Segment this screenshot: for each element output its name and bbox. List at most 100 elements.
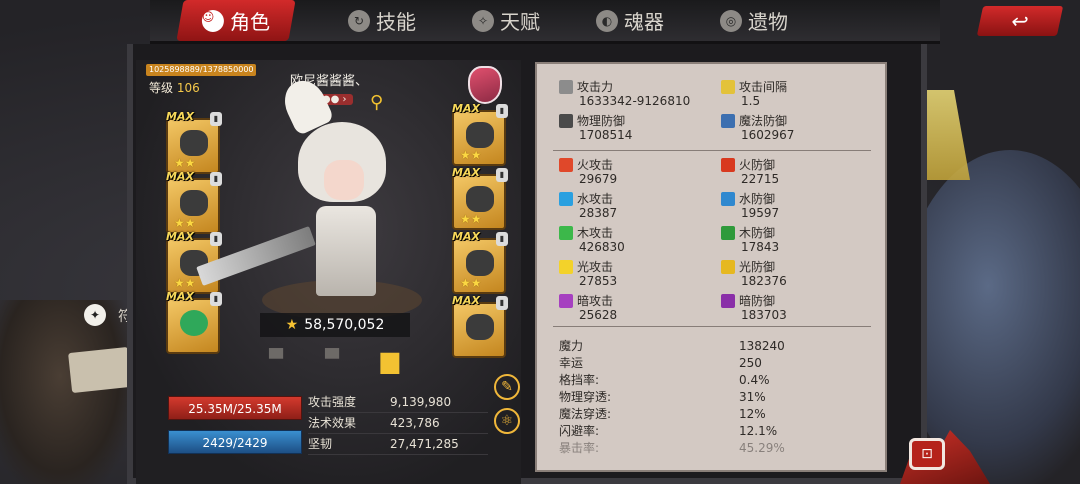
helmet-icon xyxy=(180,130,208,156)
combat-power: ★ 58,570,052 xyxy=(260,313,410,337)
stat-light-atk: 光攻击 27853 xyxy=(559,260,719,288)
stat-label: 法术效果 xyxy=(308,416,357,430)
stat-value: 426830 xyxy=(579,240,625,254)
equipment-slot[interactable]: MAX ▮ ★★ xyxy=(166,110,222,174)
stat-label: 暗防御 xyxy=(739,294,776,308)
stat-value: 19597 xyxy=(741,206,780,220)
max-badge: MAX xyxy=(166,110,194,123)
orbit-icon[interactable]: ⚛ xyxy=(494,408,520,434)
outfit-tab-3[interactable]: ▆ xyxy=(376,348,404,372)
stat-value: 29679 xyxy=(579,172,618,186)
stat-wood-def: 木防御 17843 xyxy=(721,226,881,254)
equipment-slot[interactable]: MAX ▮ ★★ xyxy=(166,170,222,234)
fire-shield-icon xyxy=(721,158,735,172)
stat-value: 0.4% xyxy=(739,373,770,387)
stat-label: 攻击强度 xyxy=(308,395,357,409)
stat-value: 182376 xyxy=(741,274,787,288)
stat-value: 17843 xyxy=(741,240,780,254)
armor-icon: ▆ xyxy=(380,346,400,374)
stat-fire-atk: 火攻击 29679 xyxy=(559,158,719,186)
book-decoration xyxy=(68,346,132,394)
level-display: 等级 106 xyxy=(149,79,200,96)
star-rating: ★★ xyxy=(460,148,482,162)
stat-water-atk: 水攻击 28387 xyxy=(559,192,719,220)
hero-portrait[interactable] xyxy=(277,73,400,300)
equipment-slot[interactable]: MAX ▮ ★★ xyxy=(452,166,508,230)
lock-icon: ▮ xyxy=(210,172,222,186)
equipment-slot[interactable]: MAX ▮ xyxy=(452,294,508,358)
relic-icon: ◎ xyxy=(720,9,742,32)
ring-icon xyxy=(180,310,208,336)
stat-label: 魔法防御 xyxy=(739,114,788,128)
stat-label: 木防御 xyxy=(739,226,776,240)
tab-label: 魂器 xyxy=(624,10,664,34)
amulet-icon xyxy=(466,314,494,340)
stat-label: 魔力 xyxy=(559,339,584,353)
max-badge: MAX xyxy=(452,230,480,243)
stat-label: 闪避率: xyxy=(559,424,600,438)
level-value: 106 xyxy=(176,81,200,95)
max-badge: MAX xyxy=(166,290,194,303)
outfit-tab-2[interactable]: ▀ xyxy=(318,348,346,372)
talent-icon: ✧ xyxy=(472,9,494,32)
max-badge: MAX xyxy=(166,230,194,243)
equipment-slot[interactable]: MAX ▮ ★★ xyxy=(452,230,508,294)
stat-value: 22715 xyxy=(741,172,780,186)
lock-icon: ▮ xyxy=(210,232,222,246)
leaf-icon xyxy=(559,226,573,240)
divider xyxy=(553,326,871,327)
skill-swirl-icon: ↻ xyxy=(348,9,370,32)
equipment-slot[interactable]: MAX ▮ xyxy=(166,290,222,354)
light-shield-icon xyxy=(721,260,735,274)
stat-label: 暴击率: xyxy=(559,441,600,455)
stat-label: 光防御 xyxy=(739,260,776,274)
stat-value: 12.1% xyxy=(739,424,778,438)
lock-icon: ▮ xyxy=(496,232,508,246)
dark-shield-icon xyxy=(721,294,735,308)
gauntlet-icon xyxy=(180,190,208,216)
back-button[interactable]: ↩ xyxy=(976,6,1064,36)
shield-icon xyxy=(559,114,573,128)
stat-value: 28387 xyxy=(579,206,618,220)
stat-label: 木攻击 xyxy=(577,226,614,240)
soul-icon: ◐ xyxy=(596,9,618,32)
max-badge: MAX xyxy=(166,170,194,183)
star-rating: ★★ xyxy=(174,156,196,170)
stat-value: 1633342-9126810 xyxy=(579,94,691,108)
tab-relic[interactable]: ◎ 遗物 xyxy=(720,6,788,35)
tab-soul[interactable]: ◐ 魂器 xyxy=(596,6,664,35)
leaf-shield-icon xyxy=(721,226,735,240)
chest-icon xyxy=(466,186,494,212)
max-badge: MAX xyxy=(452,166,480,179)
stat-label: 魔法穿透: xyxy=(559,407,612,421)
potion-icon[interactable] xyxy=(468,66,502,104)
light-icon xyxy=(559,260,573,274)
close-panel-icon[interactable]: ⊡ xyxy=(909,438,945,470)
tab-skills[interactable]: ↻ 技能 xyxy=(348,6,416,35)
equipment-slot[interactable]: MAX ▮ ★★ xyxy=(452,102,508,166)
stat-light-def: 光防御 182376 xyxy=(721,260,881,288)
stat-value: 27853 xyxy=(579,274,618,288)
stat-label: 火攻击 xyxy=(577,158,614,172)
lock-icon: ▮ xyxy=(496,168,508,182)
stat-value: 45.29% xyxy=(739,441,785,455)
tab-talent[interactable]: ✧ 天赋 xyxy=(472,6,540,35)
water-icon xyxy=(559,192,573,206)
star-rating: ★★ xyxy=(174,276,196,290)
combat-power-value: 58,570,052 xyxy=(304,317,385,333)
stat-value: 25628 xyxy=(579,308,618,322)
armor-icon: ▀ xyxy=(269,349,283,370)
outfit-tab-1[interactable]: ▀ xyxy=(262,348,290,372)
stat-value: 1.5 xyxy=(741,94,761,108)
stat-label: 格挡率: xyxy=(559,373,600,387)
max-badge: MAX xyxy=(452,294,480,307)
tab-character[interactable]: ☺ 角色 xyxy=(176,0,296,41)
magic-shield-icon xyxy=(721,114,735,128)
hero-body xyxy=(316,206,376,296)
sword-icon xyxy=(559,80,573,94)
stat-label: 攻击间隔 xyxy=(739,80,788,94)
stat-label: 火防御 xyxy=(739,158,776,172)
edit-icon[interactable]: ✎ xyxy=(494,374,520,400)
rune-icon[interactable]: ✦ xyxy=(84,304,106,326)
stat-value: 183703 xyxy=(741,308,787,322)
